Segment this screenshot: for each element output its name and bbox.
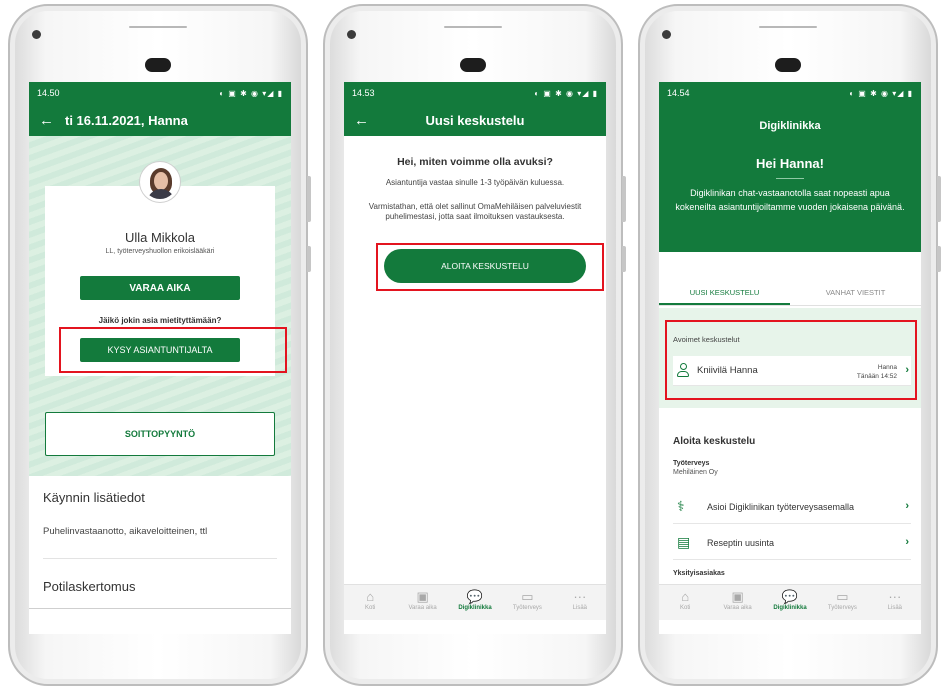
power-button <box>937 246 941 272</box>
nav-occupational-health[interactable]: ▭ Työterveys <box>501 585 553 620</box>
highlight-box <box>59 327 287 373</box>
more-icon: ··· <box>888 589 902 604</box>
employer-label: Mehiläinen Oy <box>673 469 718 476</box>
nav-home[interactable]: ⌂ Koti <box>344 585 396 620</box>
phone-1-screen: 14.50 ◐ ▣ ✱ ◉ ▾◢ ▮ ← ti 16.11.2021, Hann… <box>29 82 291 634</box>
home-icon: ⌂ <box>681 589 690 604</box>
greeting: Hei Hanna! <box>756 156 824 171</box>
nav-more[interactable]: ··· Lisää <box>554 585 606 620</box>
status-time: 14.53 <box>352 88 375 98</box>
more-icon: ··· <box>573 589 587 604</box>
service-prescription-renewal[interactable]: ▤ Reseptin uusinta › <box>673 528 911 560</box>
help-heading: Hei, miten voimme olla avuksi? <box>397 156 553 168</box>
nav-more[interactable]: ··· Lisää <box>869 585 921 620</box>
chevron-right-icon: › <box>905 536 909 548</box>
calendar-plus-icon: ▣ <box>731 589 744 604</box>
earpiece <box>145 58 171 72</box>
response-time-text: Asiantuntija vastaa sinulle 1-3 työpäivä… <box>385 178 565 187</box>
status-icons: ◐ ▣ ✱ ◉ ▾◢ ▮ <box>534 88 598 98</box>
tab-new-conversation[interactable]: UUSI KESKUSTELU <box>659 276 790 305</box>
prescription-icon: ▤ <box>677 534 691 550</box>
highlight-box <box>376 243 604 291</box>
status-time: 14.54 <box>667 88 690 98</box>
stethoscope-icon: ⚕ <box>677 498 685 514</box>
app-title: Digiklinikka <box>759 120 821 132</box>
appointment-title: ti 16.11.2021, Hanna <box>65 112 188 128</box>
phone-2: 14.53 ◐ ▣ ✱ ◉ ▾◢ ▮ ← Uusi keskustelu Hei… <box>323 4 626 686</box>
volume-button <box>622 176 626 222</box>
front-camera <box>347 30 356 39</box>
notification-info-text: Varmistathan, että olet sallinut OmaMehi… <box>368 202 582 221</box>
status-icons: ◐ ▣ ✱ ◉ ▾◢ ▮ <box>849 88 913 98</box>
front-camera <box>662 30 671 39</box>
chat-icon: 💬 <box>781 589 799 604</box>
power-button <box>307 246 311 272</box>
status-bar: 14.53 ◐ ▣ ✱ ◉ ▾◢ ▮ <box>344 82 606 104</box>
phone-2-screen: 14.53 ◐ ▣ ✱ ◉ ▾◢ ▮ ← Uusi keskustelu Hei… <box>344 82 606 634</box>
new-conversation-title: Uusi keskustelu <box>425 112 525 128</box>
bottom-navigation: ⌂ Koti ▣ Varaa aika 💬 Digiklinikka ▭ Työterv… <box>344 584 606 620</box>
phone-grille <box>129 26 187 28</box>
doctor-avatar <box>140 162 180 202</box>
status-time: 14.50 <box>37 88 60 98</box>
briefcase-icon: ▭ <box>836 589 849 604</box>
status-bar: 14.54 ◐ ▣ ✱ ◉ ▾◢ ▮ <box>659 82 921 104</box>
nav-digiklinikka[interactable]: 💬 Digiklinikka <box>764 585 816 620</box>
highlight-box <box>665 320 917 400</box>
phone-grille <box>759 26 817 28</box>
chevron-right-icon: › <box>905 500 909 512</box>
visit-details-text: Puhelinvastaanotto, aikaveloitteinen, tt… <box>43 526 208 537</box>
patient-records-heading[interactable]: Potilaskertomus <box>43 579 135 594</box>
service-occupational-health-station[interactable]: ⚕ Asioi Digiklinikan työterveysasemalla … <box>673 492 911 524</box>
divider <box>43 558 277 559</box>
status-icons: ◐ ▣ ✱ ◉ ▾◢ ▮ <box>219 88 283 98</box>
phone-3: 14.54 ◐ ▣ ✱ ◉ ▾◢ ▮ Digiklinikka Hei Hann… <box>638 4 941 686</box>
phone-grille <box>444 26 502 28</box>
volume-button <box>937 176 941 222</box>
intro-text: Digiklinikan chat-vastaanotolla saat nop… <box>675 188 905 212</box>
question-text: Jäikö jokin asia mietityttämään? <box>98 316 222 325</box>
conversation-tabs: UUSI KESKUSTELU VANHAT VIESTIT <box>659 276 921 306</box>
doctor-name: Ulla Mikkola <box>124 230 196 245</box>
volume-button <box>307 176 311 222</box>
nav-home[interactable]: ⌂ Koti <box>659 585 711 620</box>
nav-book[interactable]: ▣ Varaa aika <box>711 585 763 620</box>
screenshot-stage: 14.50 ◐ ▣ ✱ ◉ ▾◢ ▮ ← ti 16.11.2021, Hann… <box>0 0 947 691</box>
home-icon: ⌂ <box>366 589 375 604</box>
nav-book[interactable]: ▣ Varaa aika <box>396 585 448 620</box>
doctor-title: LL, työterveyshuollon erikoislääkäri <box>105 248 215 255</box>
app-bar: ← Uusi keskustelu <box>344 104 606 136</box>
calendar-plus-icon: ▣ <box>416 589 429 604</box>
earpiece <box>775 58 801 72</box>
front-camera <box>32 30 41 39</box>
app-bar: ← ti 16.11.2021, Hanna <box>29 104 291 136</box>
book-appointment-button[interactable]: VARAA AIKA <box>80 276 240 300</box>
service-label: Reseptin uusinta <box>707 538 775 548</box>
callback-request-button[interactable]: SOITTOPYYNTÖ <box>45 412 275 456</box>
chat-icon: 💬 <box>466 589 484 604</box>
tab-old-messages[interactable]: VANHAT VIESTIT <box>790 276 921 305</box>
back-arrow-icon[interactable]: ← <box>39 112 65 129</box>
bottom-navigation: ⌂ Koti ▣ Varaa aika 💬 Digiklinikka ▭ Työterv… <box>659 584 921 620</box>
nav-digiklinikka[interactable]: 💬 Digiklinikka <box>449 585 501 620</box>
service-label: Asioi Digiklinikan työterveysasemalla <box>707 502 855 512</box>
private-customer-label: Yksityisasiakas <box>673 570 725 577</box>
phone-1: 14.50 ◐ ▣ ✱ ◉ ▾◢ ▮ ← ti 16.11.2021, Hann… <box>8 4 311 686</box>
status-bar: 14.50 ◐ ▣ ✱ ◉ ▾◢ ▮ <box>29 82 291 104</box>
power-button <box>622 246 626 272</box>
briefcase-icon: ▭ <box>521 589 534 604</box>
earpiece <box>460 58 486 72</box>
divider <box>776 178 804 179</box>
phone-3-screen: 14.54 ◐ ▣ ✱ ◉ ▾◢ ▮ Digiklinikka Hei Hann… <box>659 82 921 634</box>
start-conversation-heading: Aloita keskustelu <box>673 436 756 447</box>
nav-occupational-health[interactable]: ▭ Työterveys <box>816 585 868 620</box>
visit-details-heading: Käynnin lisätiedot <box>43 490 145 505</box>
back-arrow-icon[interactable]: ← <box>354 112 380 129</box>
welcome-header: Digiklinikka Hei Hanna! Digiklinikan cha… <box>659 104 921 252</box>
divider <box>29 608 291 609</box>
occupational-health-label: Työterveys <box>673 460 710 467</box>
